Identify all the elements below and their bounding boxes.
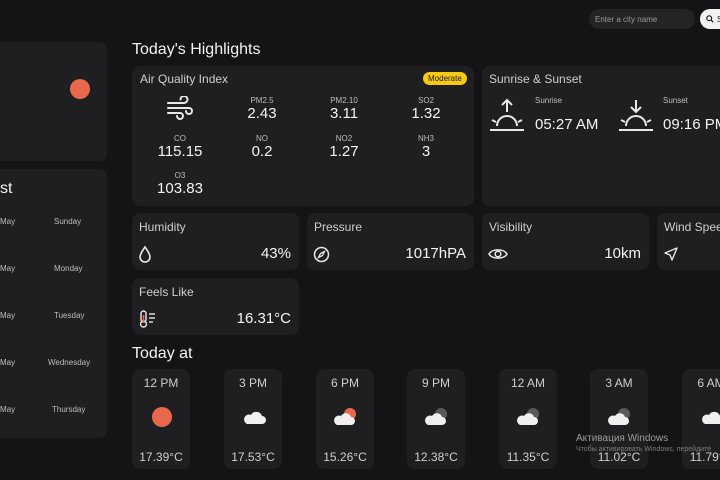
cloud-moon-icon [517,408,539,425]
top-bar: S [0,0,720,36]
current-weather-card [0,42,107,161]
aqi-name: NH3 [417,134,434,143]
aqi-value: 1.27 [329,143,359,160]
visibility-value: 10km [604,245,641,262]
hourly-temp: 17.53°C [231,450,275,464]
hourly-time: 3 AM [605,376,633,390]
aqi-value: 2.43 [247,105,277,122]
cloud-moon-icon [425,408,447,425]
aqi-nh3: NH3 3 [396,134,456,160]
forecast-date: May [0,311,16,320]
aqi-no: NO 0.2 [232,134,292,160]
forecast-date: May [0,358,16,367]
hourly-card: 6 AM 11.79°C [682,369,720,469]
hourly-card: 6 PM 15.26°C [316,369,374,469]
hourly-card: 9 PM 12.38°C [407,369,465,469]
sunset-time: 09:16 PM [663,116,720,133]
pressure-label: Pressure [314,220,363,234]
forecast-card: st [0,169,107,438]
hourly-temp: 11.35°C [506,450,550,464]
thermometer-icon [139,310,155,328]
sunrise-icon [490,98,524,131]
sunset-icon [619,100,653,131]
aqi-pm10: PM2.10 3.11 [314,96,374,122]
hourly-time: 9 PM [421,376,450,390]
activation-watermark-text: Чтобы активировать Windows, перейдите [576,446,712,453]
aqi-name: PM2.10 [330,96,358,105]
forecast-date: May [0,264,16,273]
aqi-name: O3 [174,171,186,180]
aqi-co: CO 115.15 [150,134,210,160]
feels-like-label: Feels Like [139,285,194,299]
hourly-time: 6 PM [330,376,359,390]
hourly-temp: 15.26°C [323,450,367,464]
hourly-card: 3 PM 17.53°C [224,369,282,469]
forecast-title: st [0,180,13,197]
highlights-title: Today's Highlights [132,41,261,58]
cloud-moon-icon [608,408,630,425]
aqi-name: NO2 [335,134,353,143]
hourly-time: 3 PM [238,376,267,390]
pressure-value: 1017hPA [405,245,466,262]
compass-icon [313,246,330,263]
forecast-day: Tuesday [54,311,85,320]
sun-icon [152,407,172,427]
sunset-label: Sunset [663,96,688,105]
forecast-day: Sunday [54,217,82,226]
search-input[interactable] [589,9,695,29]
hourly-card: 3 AM 11.02°C [590,369,648,469]
feels-like-value: 16.31°C [236,310,291,327]
wind-icon [167,96,193,120]
hourly-time: 12 AM [510,376,546,390]
sunrise-time: 05:27 AM [535,116,599,133]
aqi-name: PM2.5 [250,96,274,105]
sun-icon [70,79,90,99]
hourly-time: 6 AM [697,376,720,390]
aqi-o3: O3 103.83 [150,171,210,197]
search-button[interactable]: S [700,9,720,29]
hourly-temp: 12.38°C [414,450,458,464]
forecast-day: Wednesday [48,358,91,367]
aqi-so2: SO2 1.32 [396,96,456,122]
eye-icon [488,249,508,259]
cloud-icon [244,411,266,424]
activation-watermark-title: Активация Windows [576,433,669,444]
forecast-date: May [0,405,16,414]
humidity-value: 43% [260,245,291,262]
humidity-label: Humidity [139,220,186,234]
visibility-label: Visibility [489,220,533,234]
hourly-card: 12 PM 17.39°C [132,369,190,469]
aqi-pm25: PM2.5 2.43 [232,96,292,122]
today-title: Today at [132,345,193,362]
droplet-icon [139,245,151,263]
hourly-temp: 17.39°C [139,450,183,464]
sun-card [482,66,720,206]
cloud-icon [702,411,720,424]
sun-card-label: Sunrise & Sunset [489,72,582,86]
wind-speed-label: Wind Speed [664,220,720,234]
forecast-day: Thursday [52,405,86,414]
aqi-value: 115.15 [157,143,203,160]
aqi-value: 3.11 [329,105,359,122]
aqi-value: 0.2 [251,143,273,160]
aqi-value: 1.32 [411,105,441,122]
aqi-name: SO2 [417,96,434,105]
cloud-sun-icon [334,408,356,425]
hourly-card: 12 AM 11.35°C [499,369,557,469]
air-quality-label: Air Quality Index [140,72,229,86]
sunrise-label: Sunrise [535,96,563,105]
aqi-value: 103.83 [157,180,203,197]
aqi-name: NO [256,134,268,143]
forecast-day: Monday [54,264,83,273]
aqi-name: CO [174,134,186,143]
aqi-no2: NO2 1.27 [314,134,374,160]
search-icon [706,15,714,23]
forecast-date: May [0,217,16,226]
hourly-time: 12 PM [143,376,179,390]
aqi-value: 3 [421,143,431,160]
navigation-icon [664,247,678,261]
aqi-status-badge: Moderate [423,72,467,85]
